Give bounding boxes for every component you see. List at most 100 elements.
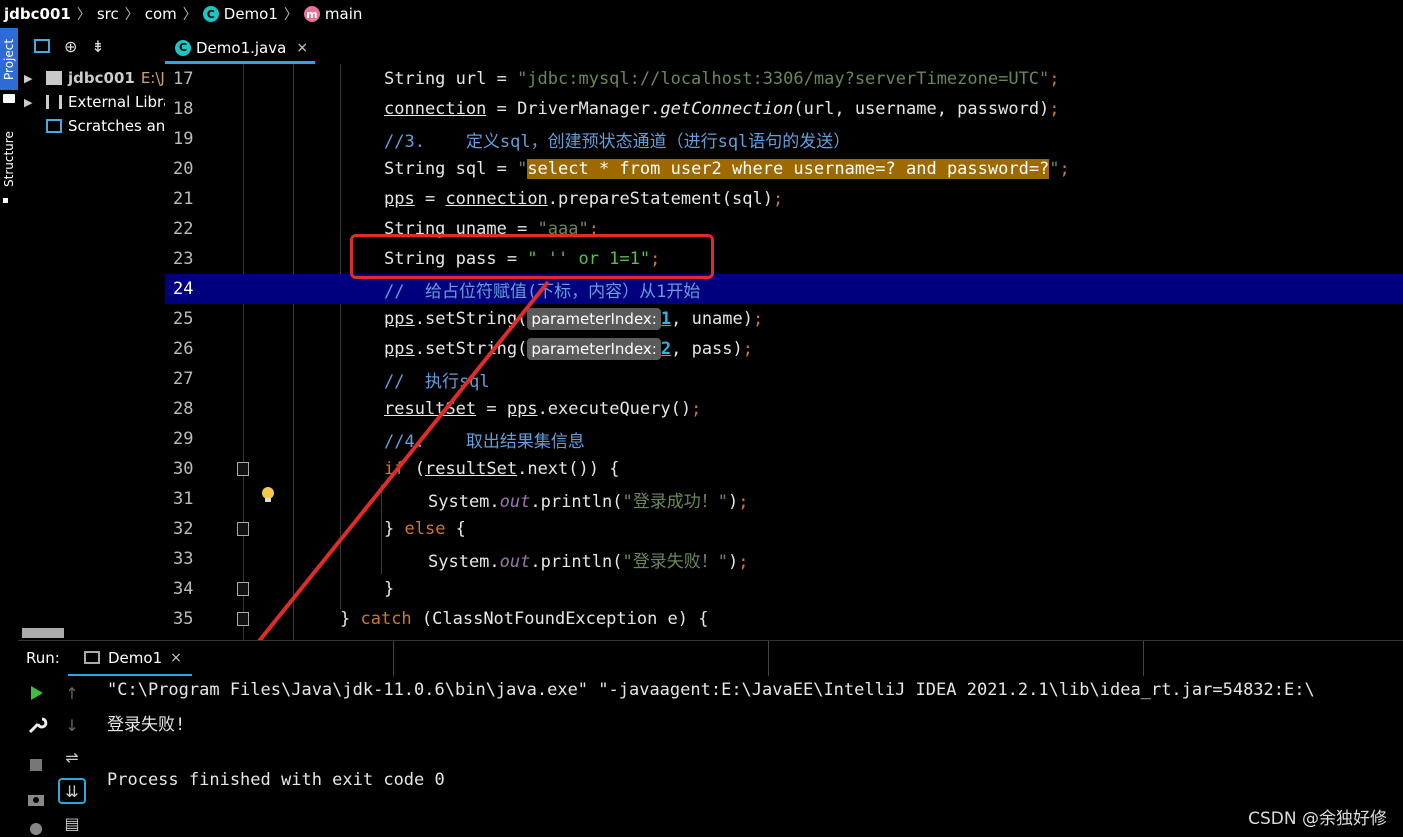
console-output[interactable]: "C:\Program Files\Java\jdk-11.0.6\bin\ja…: [94, 676, 1403, 837]
code-text: System.out.println("登录成功！");: [428, 491, 749, 512]
play-icon[interactable]: [24, 682, 48, 704]
tree-item-project[interactable]: ▶ jdbc001 E:\Ja: [18, 66, 165, 90]
breadcrumb-src[interactable]: src: [97, 5, 119, 23]
project-panel: ⊕ ⇟ ▶ jdbc001 E:\Ja ▶ External Libra Scr…: [18, 28, 165, 640]
run-toolbar-right: ↑ ↓ ⇌ ⇊ ▤: [54, 676, 94, 837]
code-line: 33 System.out.println("登录失败！");: [165, 544, 1403, 574]
class-icon: C: [175, 39, 191, 56]
tab-project[interactable]: Project: [0, 28, 18, 90]
breadcrumb-class[interactable]: C Demo1: [202, 5, 278, 23]
code-line: 18 connection = DriverManager.getConnect…: [165, 94, 1403, 124]
divider: [393, 641, 394, 677]
settings-icon[interactable]: [24, 818, 48, 837]
tree-item-label: External Libra: [68, 93, 165, 111]
line-number: 17: [173, 69, 194, 89]
code-text: pps.setString(parameterIndex: 2, pass);: [384, 338, 754, 360]
code-text: } else {: [384, 519, 466, 539]
breadcrumb-method[interactable]: m main: [303, 5, 363, 23]
fold-icon[interactable]: [237, 462, 249, 476]
run-toolbar-left: [18, 676, 54, 837]
close-icon[interactable]: ×: [296, 40, 308, 56]
tree-item-scratches[interactable]: Scratches and: [18, 114, 165, 138]
wrench-icon[interactable]: [24, 714, 48, 736]
code-line: 27 // 执行sql: [165, 364, 1403, 394]
fold-icon[interactable]: [237, 522, 249, 536]
tab-demo1-java[interactable]: C Demo1.java ×: [165, 34, 315, 64]
breadcrumb: jdbc001 〉 src 〉 com 〉 C Demo1 〉 m main: [0, 0, 1403, 28]
locate-icon[interactable]: ⊕: [64, 37, 77, 56]
horizontal-scrollbar[interactable]: [22, 628, 64, 638]
arrow-up-icon[interactable]: ↑: [60, 682, 84, 704]
code-line: 32 } else {: [165, 514, 1403, 544]
code-text: String sql = "select * from user2 where …: [384, 159, 1070, 179]
code-line: 29 //4. 取出结果集信息: [165, 424, 1403, 454]
code-text: resultSet = pps.executeQuery();: [384, 399, 702, 419]
code-editor[interactable]: 17 String url = "jdbc:mysql://localhost:…: [165, 64, 1403, 640]
chevron-right-icon: 〉: [182, 7, 197, 23]
code-line: 28 resultSet = pps.executeQuery();: [165, 394, 1403, 424]
line-number: 27: [173, 369, 194, 389]
code-text: } catch (ClassNotFoundException e) {: [340, 609, 709, 629]
editor-tab-bar: C Demo1.java ×: [165, 34, 1403, 64]
arrow-down-icon[interactable]: ↓: [60, 714, 84, 736]
code-comment: //3. 定义sql，创建预状态通道（进行sql语句的发送）: [384, 131, 851, 152]
breadcrumb-class-label: Demo1: [223, 5, 278, 23]
line-number: 31: [173, 489, 194, 509]
stop-icon[interactable]: [24, 754, 48, 776]
line-number: 35: [173, 609, 194, 629]
run-label: Run:: [26, 649, 60, 667]
line-number: 32: [173, 519, 194, 539]
scratches-icon: [46, 119, 62, 133]
tab-run-demo1[interactable]: Demo1 ×: [68, 641, 192, 677]
tree-item-label: jdbc001: [68, 69, 135, 87]
expand-arrow-icon[interactable]: ▶: [24, 96, 36, 109]
fold-icon[interactable]: [237, 582, 249, 596]
line-number: 30: [173, 459, 194, 479]
libraries-icon: [46, 95, 62, 109]
console-line: Process finished with exit code 0: [107, 770, 445, 790]
line-number: 19: [173, 129, 194, 149]
run-tab-label: Demo1: [108, 648, 163, 667]
console-icon: [84, 651, 100, 664]
code-line: 25 pps.setString(parameterIndex: 1, uname…: [165, 304, 1403, 334]
project-toolbar: ⊕ ⇟: [18, 28, 165, 64]
code-text: connection = DriverManager.getConnection…: [384, 99, 1060, 119]
line-number: 26: [173, 339, 194, 359]
scroll-to-end-icon[interactable]: ⇊: [58, 778, 86, 804]
line-number: 29: [173, 429, 194, 449]
camera-icon[interactable]: [24, 788, 48, 810]
code-text: }: [384, 579, 395, 599]
line-number: 28: [173, 399, 194, 419]
print-icon[interactable]: ▤: [60, 812, 84, 834]
breadcrumb-package[interactable]: com: [145, 5, 177, 23]
code-text: String url = "jdbc:mysql://localhost:330…: [384, 69, 1060, 89]
code-comment: // 给占位符赋值(下标，内容）从1开始: [384, 281, 701, 302]
tree-item-label: Scratches and: [68, 117, 165, 135]
line-number: 20: [173, 159, 194, 179]
chevron-right-icon: 〉: [124, 7, 139, 23]
code-line: 21 pps = connection.prepareStatement(sql…: [165, 184, 1403, 214]
collapse-all-icon[interactable]: ⇟: [91, 37, 104, 56]
divider: [1143, 641, 1144, 677]
code-text: System.out.println("登录失败！");: [428, 551, 749, 572]
tree-item-path: E:\Ja: [140, 69, 165, 87]
code-line-current: 24 // 给占位符赋值(下标，内容）从1开始: [165, 274, 1403, 502]
code-text: pps.setString(parameterIndex: 1, uname);: [384, 308, 764, 330]
expand-arrow-icon[interactable]: ▶: [24, 72, 36, 85]
chevron-right-icon: 〉: [283, 7, 298, 23]
tab-structure[interactable]: Structure: [0, 124, 18, 194]
tree-item-external-libraries[interactable]: ▶ External Libra: [18, 90, 165, 114]
code-line: 30 if (resultSet.next()) {: [165, 454, 1403, 484]
module-folder-icon: [46, 71, 62, 85]
breadcrumb-method-label: main: [324, 5, 363, 23]
fold-icon[interactable]: [237, 612, 249, 626]
tab-label: Demo1.java: [196, 38, 287, 57]
code-line: 20 String sql = "select * from user2 whe…: [165, 154, 1403, 184]
project-view-icon[interactable]: [34, 39, 50, 53]
breadcrumb-project[interactable]: jdbc001: [4, 5, 71, 23]
code-comment: // 执行sql: [384, 371, 490, 392]
folder-icon: [3, 94, 15, 103]
close-icon[interactable]: ×: [170, 650, 182, 666]
code-text: if (resultSet.next()) {: [384, 459, 620, 479]
soft-wrap-icon[interactable]: ⇌: [60, 746, 84, 768]
